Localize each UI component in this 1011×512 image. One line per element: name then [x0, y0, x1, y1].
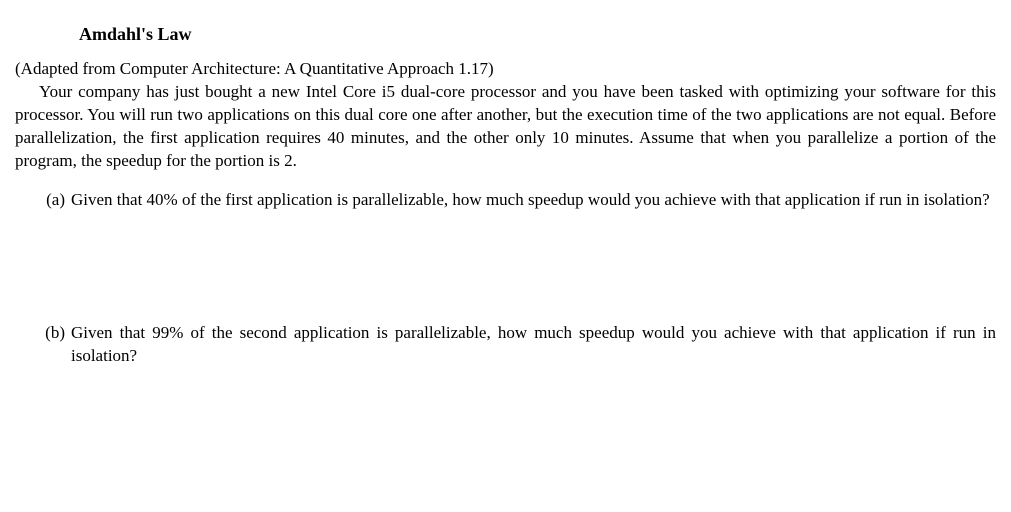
question-label: (a) — [43, 189, 71, 212]
question-item-b: (b) Given that 99% of the second applica… — [43, 322, 996, 368]
intro-source: (Adapted from Computer Architecture: A Q… — [15, 58, 996, 81]
question-label: (b) — [43, 322, 71, 345]
question-list: (a) Given that 40% of the first applicat… — [15, 189, 996, 368]
intro-body: Your company has just bought a new Intel… — [15, 81, 996, 173]
question-text: Given that 40% of the first application … — [71, 189, 996, 212]
question-item-a: (a) Given that 40% of the first applicat… — [43, 189, 996, 212]
question-text: Given that 99% of the second application… — [71, 322, 996, 368]
section-title: Amdahl's Law — [79, 22, 996, 46]
